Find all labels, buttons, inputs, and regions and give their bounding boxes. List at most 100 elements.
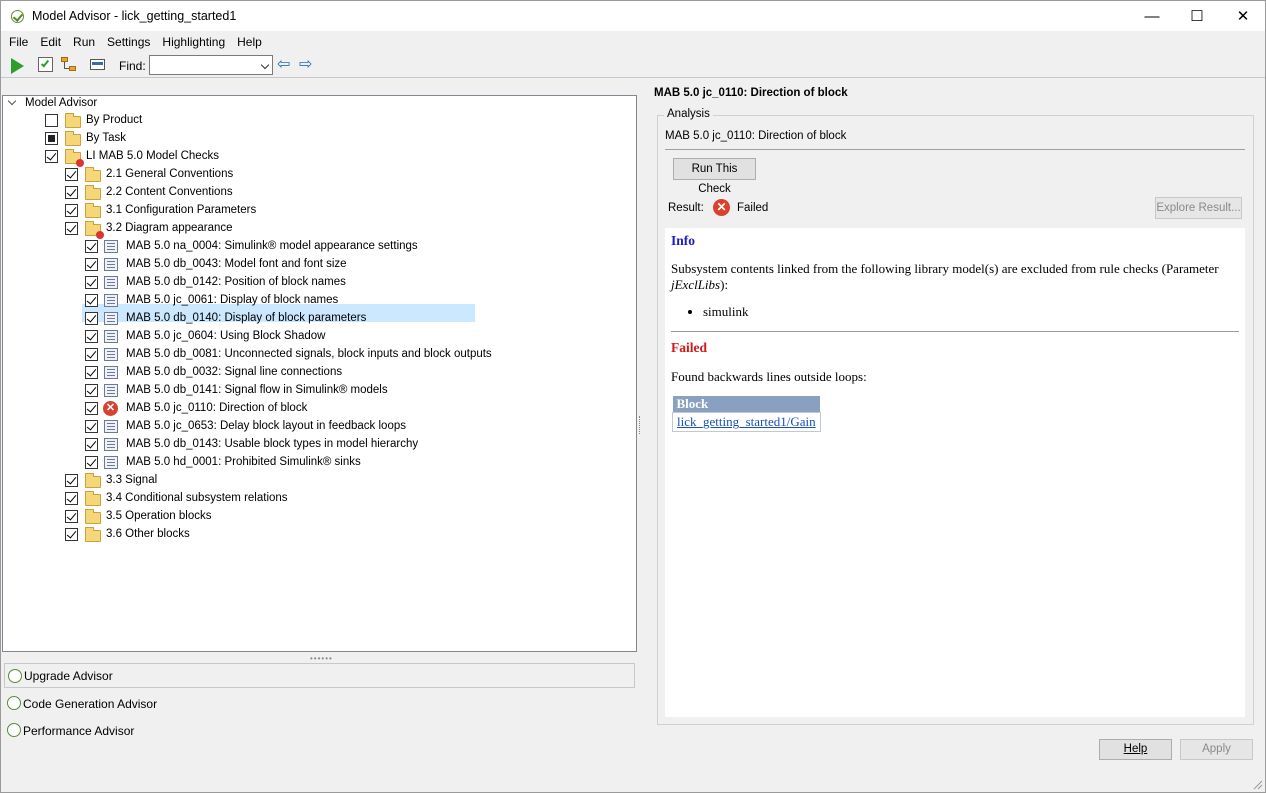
tree-item-label[interactable]: MAB 5.0 db_0081: Unconnected signals, bl… bbox=[126, 348, 492, 360]
check-name: MAB 5.0 jc_0110: Direction of block bbox=[665, 130, 847, 142]
tree-checkbox[interactable] bbox=[65, 492, 78, 505]
tree-checkbox[interactable] bbox=[65, 510, 78, 523]
menu-help[interactable]: Help bbox=[231, 31, 268, 53]
tree-checkbox[interactable] bbox=[85, 420, 98, 433]
upgrade-advisor-item[interactable]: Upgrade Advisor bbox=[4, 663, 635, 688]
tree-item-label[interactable]: MAB 5.0 jc_0653: Delay block layout in f… bbox=[126, 420, 406, 432]
check-document-icon bbox=[104, 258, 118, 271]
back-arrow-icon[interactable]: ⇦ bbox=[277, 57, 290, 73]
check-document-icon bbox=[104, 438, 118, 451]
run-icon[interactable] bbox=[11, 58, 24, 74]
tree-item-label[interactable]: MAB 5.0 db_0043: Model font and font siz… bbox=[126, 258, 347, 270]
tree-item-label[interactable]: 2.1 General Conventions bbox=[106, 168, 233, 180]
resize-grip-icon[interactable] bbox=[1253, 780, 1263, 790]
tree-checkbox[interactable] bbox=[85, 384, 98, 397]
tree-item-label[interactable]: MAB 5.0 db_0142: Position of block names bbox=[126, 276, 346, 288]
tree-checkbox[interactable] bbox=[65, 222, 78, 235]
tree-checkbox[interactable] bbox=[65, 168, 78, 181]
menu-settings[interactable]: Settings bbox=[101, 31, 156, 53]
chevron-down-icon[interactable] bbox=[260, 60, 270, 70]
folder-icon bbox=[85, 185, 101, 200]
tree-checkbox[interactable] bbox=[85, 258, 98, 271]
tree-root-label[interactable]: Model Advisor bbox=[25, 97, 97, 109]
tree-checkbox[interactable] bbox=[85, 438, 98, 451]
forward-arrow-icon[interactable]: ⇨ bbox=[299, 57, 312, 73]
maximize-button[interactable]: ☐ bbox=[1174, 1, 1220, 31]
tree-item-label[interactable]: By Product bbox=[86, 114, 142, 126]
tree-checkbox[interactable] bbox=[85, 456, 98, 469]
menu-bar: File Edit Run Settings Highlighting Help bbox=[0, 31, 1266, 53]
check-document-icon bbox=[104, 312, 118, 325]
tree-item-label[interactable]: 3.6 Other blocks bbox=[106, 528, 190, 540]
tree-checkbox[interactable] bbox=[65, 474, 78, 487]
tree-item-label[interactable]: 3.3 Signal bbox=[106, 474, 157, 486]
tree-item-label[interactable]: 3.5 Operation blocks bbox=[106, 510, 211, 522]
report-icon[interactable] bbox=[90, 59, 105, 70]
check-document-icon bbox=[104, 420, 118, 433]
tree-item-label[interactable]: MAB 5.0 db_0143: Usable block types in m… bbox=[126, 438, 418, 450]
tree-checkbox[interactable] bbox=[45, 114, 58, 127]
check-document-icon bbox=[104, 366, 118, 379]
tree-checkbox[interactable] bbox=[85, 294, 98, 307]
result-label: Result: bbox=[668, 202, 704, 214]
tree-checkbox[interactable] bbox=[85, 366, 98, 379]
tree-checkbox[interactable] bbox=[85, 330, 98, 343]
tree-item-label[interactable]: LI MAB 5.0 Model Checks bbox=[86, 150, 219, 162]
tree-item-label[interactable]: 3.2 Diagram appearance bbox=[106, 222, 233, 234]
tree-item-label[interactable]: MAB 5.0 na_0004: Simulink® model appeara… bbox=[126, 240, 418, 252]
tree-item-label[interactable]: MAB 5.0 jc_0110: Direction of block bbox=[126, 402, 307, 414]
tree-item-label[interactable]: MAB 5.0 db_0032: Signal line connections bbox=[126, 366, 342, 378]
info-param: jExclLibs bbox=[671, 277, 721, 292]
vertical-splitter[interactable] bbox=[639, 416, 642, 434]
apply-button: Apply bbox=[1180, 739, 1253, 760]
code-generation-advisor-item[interactable]: Code Generation Advisor bbox=[4, 691, 635, 716]
tree-item-label[interactable]: MAB 5.0 hd_0001: Prohibited Simulink® si… bbox=[126, 456, 361, 468]
menu-edit[interactable]: Edit bbox=[34, 31, 67, 53]
check-document-icon bbox=[104, 294, 118, 307]
run-this-check-button[interactable]: Run This Check bbox=[673, 158, 756, 195]
tree-checkbox[interactable] bbox=[85, 240, 98, 253]
tree-checkbox[interactable] bbox=[65, 204, 78, 217]
find-input[interactable] bbox=[149, 55, 273, 75]
failed-heading: Failed bbox=[671, 340, 707, 355]
tree-checkbox[interactable] bbox=[85, 276, 98, 289]
menu-run[interactable]: Run bbox=[67, 31, 101, 53]
block-link[interactable]: lick_getting_started1/Gain bbox=[677, 414, 816, 429]
model-advisor-app-icon bbox=[11, 10, 24, 23]
folder-icon bbox=[85, 473, 101, 488]
help-button[interactable]: Help bbox=[1099, 739, 1172, 760]
minimize-button[interactable]: — bbox=[1129, 1, 1175, 31]
table-header-block: Block bbox=[672, 396, 821, 413]
tree-checkbox[interactable] bbox=[85, 348, 98, 361]
tree-checkbox[interactable] bbox=[85, 312, 98, 325]
menu-highlighting[interactable]: Highlighting bbox=[156, 31, 231, 53]
tree-checkbox[interactable] bbox=[65, 186, 78, 199]
help-button-label: Help bbox=[1123, 743, 1148, 755]
performance-advisor-item[interactable]: Performance Advisor bbox=[4, 718, 635, 743]
list-item: simulink bbox=[703, 304, 749, 320]
tree-item-label[interactable]: 3.1 Configuration Parameters bbox=[106, 204, 256, 216]
close-button[interactable]: ✕ bbox=[1220, 1, 1266, 31]
tree-item-label[interactable]: MAB 5.0 jc_0604: Using Block Shadow bbox=[126, 330, 325, 342]
tree-item-label[interactable]: By Task bbox=[86, 132, 126, 144]
tree-checkbox[interactable] bbox=[45, 150, 58, 163]
tree-checkbox[interactable] bbox=[45, 132, 58, 145]
tree-checkbox[interactable] bbox=[65, 528, 78, 541]
folder-icon bbox=[85, 203, 101, 218]
tree-checkbox[interactable] bbox=[85, 402, 98, 415]
tree-item-label[interactable]: MAB 5.0 jc_0061: Display of block names bbox=[126, 294, 338, 306]
code-generation-advisor-icon bbox=[7, 696, 21, 710]
analysis-legend: Analysis bbox=[664, 108, 713, 120]
tree-item-label[interactable]: 3.4 Conditional subsystem relations bbox=[106, 492, 288, 504]
pane-splitter[interactable]: •••••• bbox=[310, 654, 333, 663]
results-table: Block lick_getting_started1/Gain bbox=[672, 396, 821, 432]
run-checks-icon[interactable] bbox=[38, 57, 53, 72]
folder-icon bbox=[85, 167, 101, 182]
tree-item-label[interactable]: MAB 5.0 db_0140: Display of block parame… bbox=[126, 312, 366, 324]
hierarchy-icon[interactable] bbox=[61, 57, 77, 72]
tree-item-label[interactable]: MAB 5.0 db_0141: Signal flow in Simulink… bbox=[126, 384, 388, 396]
failed-text: Found backwards lines outside loops: bbox=[671, 369, 867, 384]
info-text: Subsystem contents linked from the follo… bbox=[671, 261, 1236, 293]
tree-item-label[interactable]: 2.2 Content Conventions bbox=[106, 186, 233, 198]
menu-file[interactable]: File bbox=[3, 31, 34, 53]
